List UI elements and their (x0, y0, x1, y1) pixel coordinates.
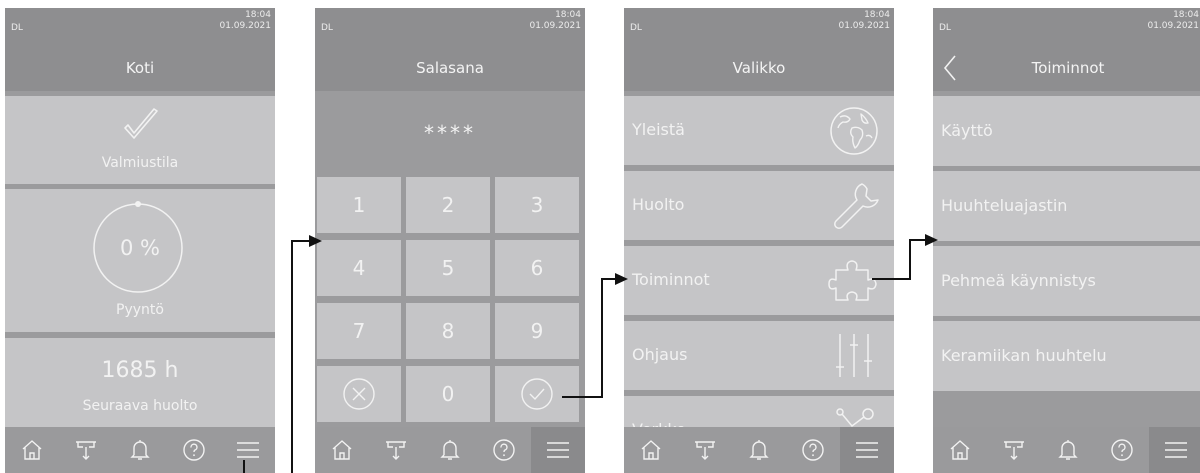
arrow-password-to-menu (562, 273, 628, 398)
flow-arrows (243, 234, 938, 473)
arrow-menu-to-functions (872, 234, 938, 280)
arrow-menu-to-password (243, 235, 322, 473)
